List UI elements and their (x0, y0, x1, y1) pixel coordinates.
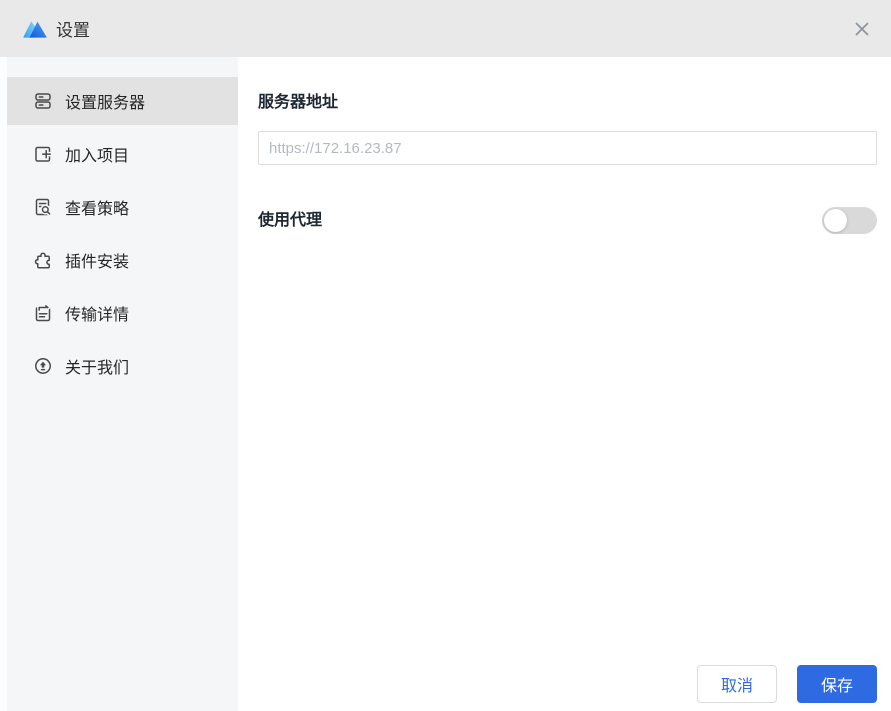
toggle-knob (824, 209, 847, 232)
add-project-icon (35, 146, 53, 162)
main-panel: 服务器地址 使用代理 取消 保存 (238, 57, 891, 711)
sidebar-item-label: 传输详情 (65, 307, 130, 324)
sidebar-item-label: 查看策略 (65, 201, 130, 218)
server-address-input[interactable] (258, 131, 877, 165)
sidebar-item-about-us[interactable]: 关于我们 (0, 342, 238, 390)
proxy-row: 使用代理 (258, 207, 877, 234)
sidebar-item-label: 加入项目 (65, 148, 130, 165)
sidebar-item-plugin-install[interactable]: 插件安装 (0, 236, 238, 284)
close-icon (855, 22, 869, 35)
sidebar-item-view-policy[interactable]: 查看策略 (0, 183, 238, 231)
window-title: 设置 (56, 21, 90, 40)
app-logo-icon (22, 17, 48, 41)
about-us-icon (35, 358, 51, 374)
sidebar: 设置服务器 加入项目 查看策略 插件安装 传输详情 关于我们 (0, 57, 238, 711)
sidebar-item-label: 插件安装 (65, 254, 130, 271)
sidebar-item-server-settings[interactable]: 设置服务器 (0, 77, 238, 125)
server-icon (35, 93, 51, 109)
sidebar-item-label: 关于我们 (65, 360, 130, 377)
use-proxy-label: 使用代理 (258, 211, 323, 229)
sidebar-item-label: 设置服务器 (65, 95, 146, 112)
sidebar-item-transfer-details[interactable]: 传输详情 (0, 289, 238, 337)
close-button[interactable] (847, 14, 877, 44)
view-policy-icon (35, 198, 52, 217)
sidebar-item-join-project[interactable]: 加入项目 (0, 130, 238, 178)
server-address-label: 服务器地址 (258, 94, 339, 111)
transfer-details-icon (35, 303, 51, 322)
proxy-toggle[interactable] (822, 207, 877, 234)
settings-window: 设置 设置服务器 加入项目 查看策略 插件安装 传输详情 关于我们 服务器地址 … (0, 0, 891, 711)
save-button[interactable]: 保存 (797, 665, 877, 703)
sidebar-left-gutter (0, 57, 7, 711)
titlebar: 设置 (0, 0, 891, 57)
footer-actions: 取消 保存 (697, 665, 877, 703)
cancel-button[interactable]: 取消 (697, 665, 777, 703)
dialog-body: 设置服务器 加入项目 查看策略 插件安装 传输详情 关于我们 服务器地址 htt… (0, 57, 891, 711)
plugin-icon (34, 252, 50, 269)
